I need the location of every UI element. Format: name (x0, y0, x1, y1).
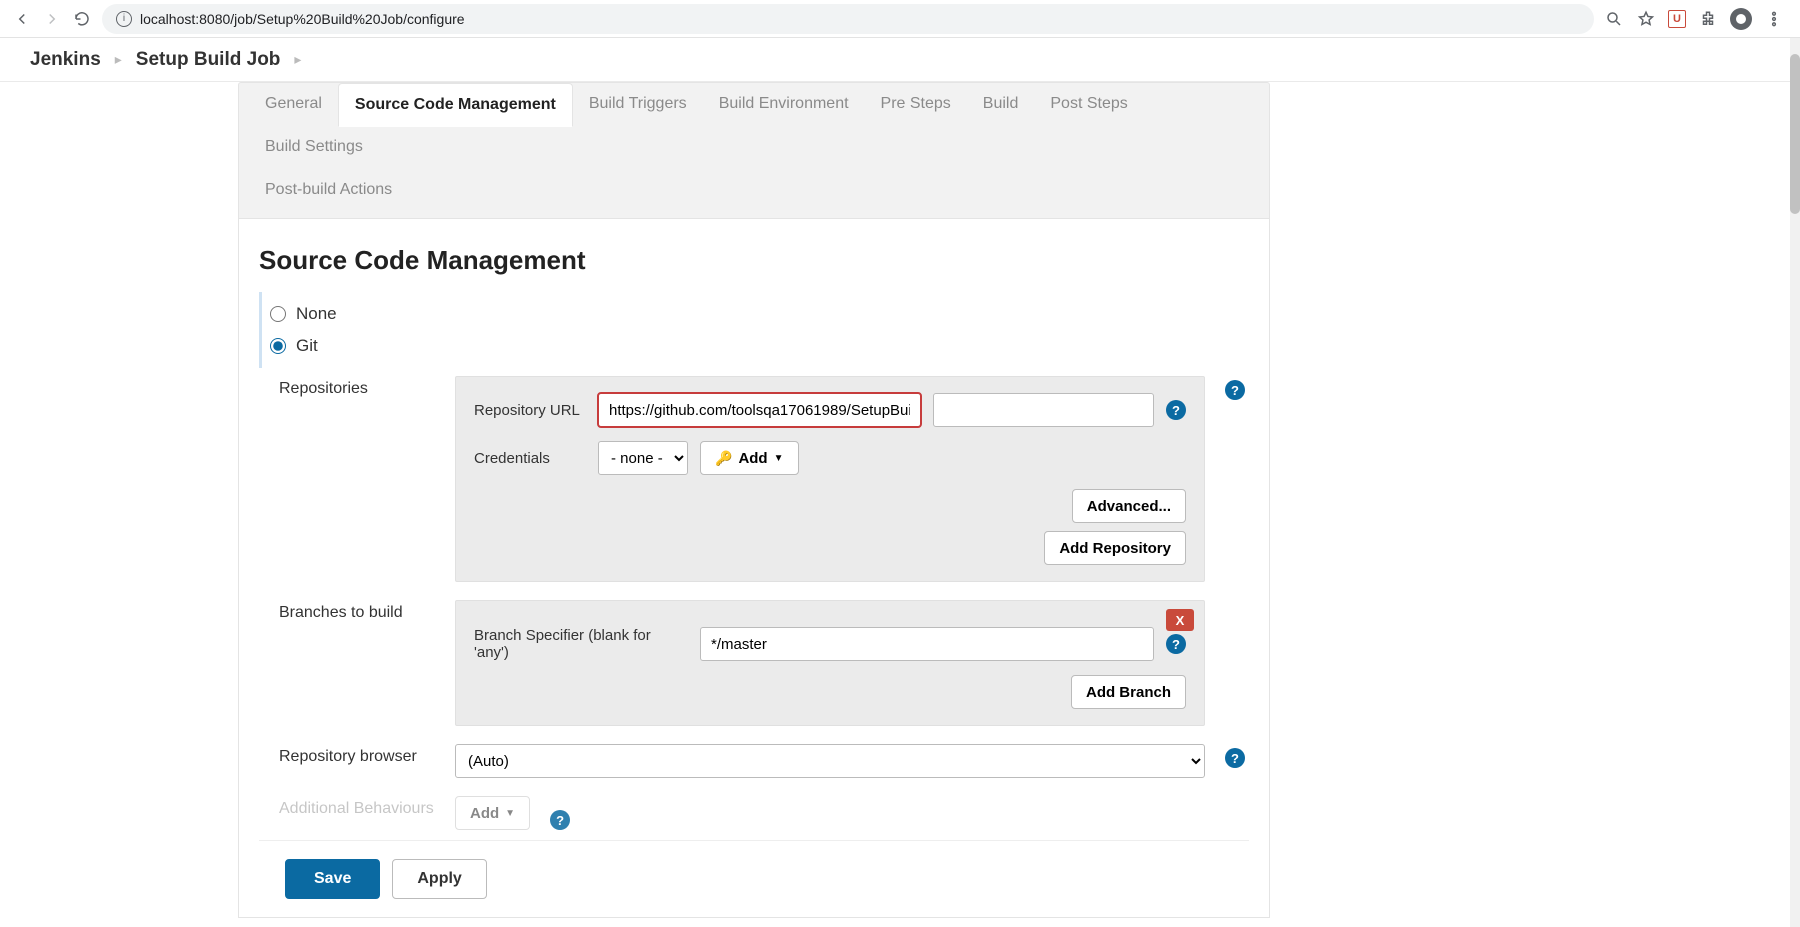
kebab-menu-icon[interactable] (1764, 9, 1784, 29)
repositories-panel: Repository URL ? Credentials - none - � (455, 376, 1205, 582)
tab-scm[interactable]: Source Code Management (338, 83, 573, 127)
delete-branch-button[interactable]: X (1166, 609, 1194, 631)
tab-build[interactable]: Build (967, 83, 1035, 126)
chevron-right-icon: ▸ (294, 51, 301, 68)
branch-specifier-label: Branch Specifier (blank for 'any') (474, 627, 688, 661)
page-scrollbar[interactable] (1790, 38, 1800, 927)
help-icon[interactable]: ? (1225, 380, 1245, 400)
credentials-label: Credentials (474, 450, 586, 467)
config-tabs: General Source Code Management Build Tri… (239, 83, 1269, 169)
radio-git-label: Git (296, 336, 318, 356)
chevron-right-icon: ▸ (115, 51, 122, 68)
help-icon[interactable]: ? (1166, 634, 1186, 654)
advanced-button[interactable]: Advanced... (1072, 489, 1186, 523)
reload-icon[interactable] (72, 9, 92, 29)
chevron-down-icon: ▼ (505, 808, 515, 819)
breadcrumb-job[interactable]: Setup Build Job (136, 49, 281, 71)
breadcrumb-root[interactable]: Jenkins (30, 49, 101, 71)
forward-icon[interactable] (42, 9, 62, 29)
add-behaviour-button[interactable]: Add ▼ (455, 796, 530, 830)
repo-browser-select[interactable]: (Auto) (455, 744, 1205, 778)
footer-actions: Save Apply (259, 840, 1249, 917)
url-input[interactable] (140, 11, 1580, 27)
repo-url-input-extra[interactable] (933, 393, 1154, 427)
tab-pre-steps[interactable]: Pre Steps (865, 83, 967, 126)
repo-url-input[interactable] (598, 393, 921, 427)
zoom-icon[interactable] (1604, 9, 1624, 29)
key-icon: 🔑 (715, 450, 732, 467)
tab-build-environment[interactable]: Build Environment (703, 83, 865, 126)
help-icon[interactable]: ? (1166, 400, 1186, 420)
profile-avatar-icon[interactable] (1730, 8, 1752, 30)
help-icon[interactable]: ? (550, 810, 570, 830)
radio-git[interactable] (270, 338, 286, 354)
tab-build-triggers[interactable]: Build Triggers (573, 83, 703, 126)
add-repository-button[interactable]: Add Repository (1044, 531, 1186, 565)
add-credentials-label: Add (738, 450, 767, 467)
add-branch-button[interactable]: Add Branch (1071, 675, 1186, 709)
add-credentials-button[interactable]: 🔑 Add ▼ (700, 441, 799, 475)
help-icon[interactable]: ? (1225, 748, 1245, 768)
tab-build-settings[interactable]: Build Settings (249, 126, 379, 169)
radio-none-label: None (296, 304, 337, 324)
repo-url-label: Repository URL (474, 402, 586, 419)
repositories-label: Repositories (279, 376, 435, 398)
chevron-down-icon: ▼ (774, 453, 784, 464)
additional-behaviours-label: Additional Behaviours (279, 796, 435, 818)
tab-post-steps[interactable]: Post Steps (1034, 83, 1143, 126)
add-behaviour-label: Add (470, 805, 499, 822)
save-button[interactable]: Save (285, 859, 380, 899)
tab-general[interactable]: General (249, 83, 338, 126)
credentials-select[interactable]: - none - (598, 441, 688, 475)
branch-specifier-input[interactable] (700, 627, 1154, 661)
breadcrumb: Jenkins ▸ Setup Build Job ▸ (0, 38, 1800, 82)
branches-label: Branches to build (279, 600, 435, 622)
site-info-icon[interactable]: i (116, 11, 132, 27)
scm-option-git[interactable]: Git (270, 330, 1249, 362)
tab-post-build-actions[interactable]: Post-build Actions (249, 169, 408, 212)
star-icon[interactable] (1636, 9, 1656, 29)
scm-option-none[interactable]: None (270, 298, 1249, 330)
branches-panel: X Branch Specifier (blank for 'any') ? A… (455, 600, 1205, 726)
radio-none[interactable] (270, 306, 286, 322)
scrollbar-thumb[interactable] (1790, 54, 1800, 214)
address-bar[interactable]: i (102, 4, 1594, 34)
back-icon[interactable] (12, 9, 32, 29)
extensions-icon[interactable] (1698, 9, 1718, 29)
apply-button[interactable]: Apply (392, 859, 486, 899)
page-title: Source Code Management (259, 245, 1249, 276)
extension-icon-1[interactable]: U (1668, 10, 1686, 28)
repo-browser-label: Repository browser (279, 744, 435, 766)
